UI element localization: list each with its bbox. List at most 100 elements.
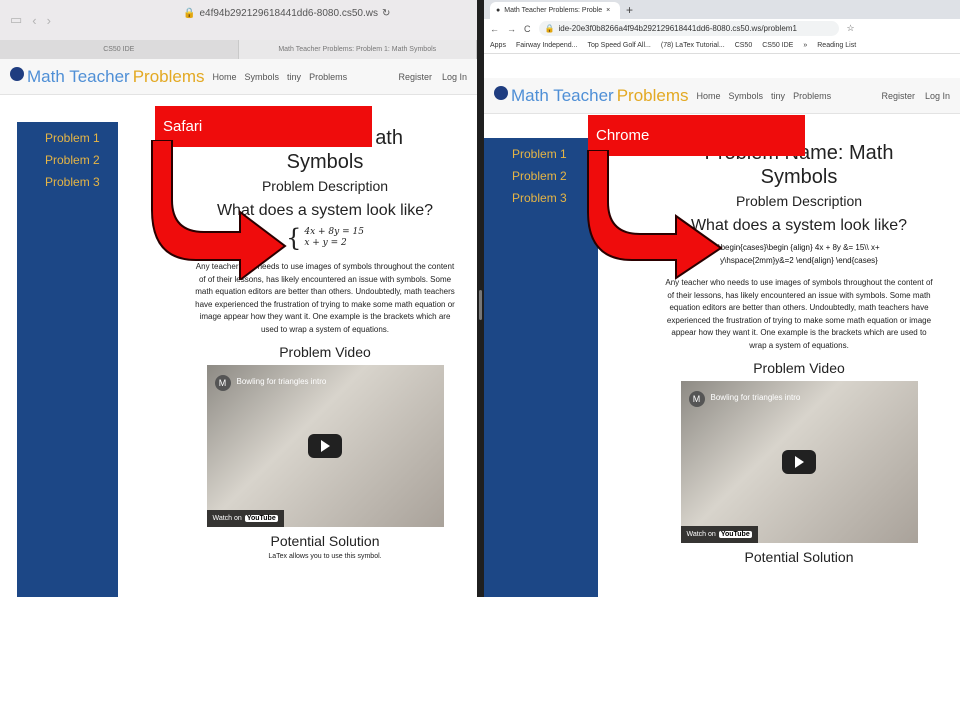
video-heading: Problem Video bbox=[279, 344, 371, 360]
reload-icon[interactable]: ↻ bbox=[382, 8, 390, 19]
solution-heading: Potential Solution bbox=[744, 549, 854, 565]
description-paragraph: Any teacher who needs to use images of s… bbox=[665, 278, 933, 350]
safari-address-bar[interactable]: 🔒 e4f94b292129618441dd6-8080.cs50.ws ↻ bbox=[183, 8, 390, 19]
logo-text-b: Problems bbox=[132, 66, 205, 86]
reading-list[interactable]: Reading List bbox=[817, 42, 856, 49]
problem-sidebar: Problem 1 Problem 2 Problem 3 bbox=[484, 138, 598, 597]
logo-text-b: Problems bbox=[616, 85, 689, 105]
lock-icon: 🔒 bbox=[544, 24, 555, 33]
new-tab-icon[interactable]: + bbox=[626, 3, 633, 17]
play-icon[interactable] bbox=[308, 434, 342, 458]
site-logo[interactable]: Math Teacher Problems bbox=[494, 85, 689, 106]
watch-on-youtube[interactable]: Watch on YouTube bbox=[206, 510, 284, 527]
youtube-logo: YouTube bbox=[718, 531, 752, 538]
sidebar-item-problem-1[interactable]: Problem 1 bbox=[484, 144, 598, 166]
nav-login[interactable]: Log In bbox=[442, 72, 467, 82]
favicon-icon: ● bbox=[496, 7, 501, 14]
chrome-tab[interactable]: ● Math Teacher Problems: Proble × bbox=[490, 2, 620, 19]
chrome-window: ● Math Teacher Problems: Proble × + ← → … bbox=[484, 0, 960, 597]
logo-text-a: Math Teacher bbox=[27, 66, 130, 86]
play-icon[interactable] bbox=[782, 450, 816, 474]
bookmark-golf[interactable]: Top Speed Golf All... bbox=[587, 42, 650, 49]
back-icon[interactable]: ‹ bbox=[32, 13, 36, 28]
site-navbar: Math Teacher Problems Home Symbols tiny … bbox=[0, 59, 477, 95]
rendered-equation-system: { 4x + 8y = 15 x + y = 2 bbox=[286, 226, 364, 250]
bookmark-latex[interactable]: (78) LaTex Tutorial... bbox=[661, 42, 725, 49]
bookmarks-overflow[interactable]: » bbox=[803, 42, 807, 49]
channel-avatar: M bbox=[688, 391, 705, 407]
tab-cs50-ide[interactable]: CS50 IDE bbox=[0, 40, 239, 59]
nav-problems[interactable]: Problems bbox=[793, 91, 831, 101]
bookmark-cs50[interactable]: CS50 bbox=[735, 42, 753, 49]
safari-tab-bar: CS50 IDE Math Teacher Problems: Problem … bbox=[0, 40, 477, 59]
bookmark-apps[interactable]: Apps bbox=[490, 42, 506, 49]
site-navbar: Math Teacher Problems Home Symbols tiny … bbox=[484, 78, 960, 114]
youtube-embed[interactable]: M Bowling for triangles intro Watch on Y… bbox=[206, 365, 444, 527]
problem-content: Problem Name: Math Symbols Problem Descr… bbox=[664, 141, 934, 565]
nav-home[interactable]: Home bbox=[697, 91, 721, 101]
safari-toolbar: ▭ ‹ › bbox=[0, 0, 477, 40]
left-brace: { bbox=[286, 224, 302, 252]
sidebar-item-problem-3[interactable]: Problem 3 bbox=[17, 172, 118, 194]
page-title-line2: Symbols bbox=[286, 151, 364, 173]
star-icon[interactable]: ☆ bbox=[847, 23, 855, 34]
solution-text: LaTex allows you to use this symbol. bbox=[268, 553, 382, 560]
logo-icon bbox=[494, 85, 508, 100]
reload-icon[interactable]: C bbox=[524, 24, 531, 34]
page-title-line2: Symbols bbox=[760, 166, 838, 188]
question-heading: What does a system look like? bbox=[690, 217, 908, 234]
nav-home[interactable]: Home bbox=[213, 72, 237, 82]
watch-on-youtube[interactable]: Watch on YouTube bbox=[680, 526, 758, 543]
nav-tiny[interactable]: tiny bbox=[771, 91, 785, 101]
video-title[interactable]: Bowling for triangles intro bbox=[237, 377, 327, 386]
equation-1: 4x + 8y = 15 bbox=[304, 227, 364, 237]
channel-avatar: M bbox=[214, 375, 231, 391]
nav-register[interactable]: Register bbox=[881, 91, 915, 101]
safari-window: ▭ ‹ › 🔒 e4f94b292129618441dd6-8080.cs50.… bbox=[0, 0, 477, 597]
youtube-embed[interactable]: M Bowling for triangles intro Watch on Y… bbox=[680, 381, 918, 543]
solution-heading: Potential Solution bbox=[270, 533, 380, 549]
chrome-tab-strip: ● Math Teacher Problems: Proble × + bbox=[484, 0, 960, 19]
video-title[interactable]: Bowling for triangles intro bbox=[711, 393, 801, 402]
description-heading: Problem Description bbox=[735, 193, 863, 209]
divider-grip[interactable] bbox=[479, 290, 482, 320]
tab-label: Math Teacher Problems: Problem 1: Math S… bbox=[278, 46, 437, 53]
nav-problems[interactable]: Problems bbox=[309, 72, 347, 82]
question-heading: What does a system look like? bbox=[216, 202, 434, 219]
description-paragraph: Any teacher who needs to use images of s… bbox=[195, 262, 455, 334]
safari-url-text: e4f94b292129618441dd6-8080.cs50.ws bbox=[199, 8, 378, 19]
nav-symbols[interactable]: Symbols bbox=[245, 72, 280, 82]
description-heading: Problem Description bbox=[261, 178, 389, 194]
chrome-url-text: ide-20e3f0b8266a4f94b292129618441dd6-808… bbox=[558, 24, 797, 33]
forward-icon[interactable]: › bbox=[47, 13, 51, 28]
sidebar-item-problem-2[interactable]: Problem 2 bbox=[17, 150, 118, 172]
sidebar-toggle-icon[interactable]: ▭ bbox=[10, 12, 22, 28]
chrome-tab-title: Math Teacher Problems: Proble bbox=[504, 7, 603, 14]
split-divider[interactable] bbox=[477, 0, 484, 597]
bookmark-fairway[interactable]: Fairway Independ... bbox=[516, 42, 577, 49]
equation-2: x + y = 2 bbox=[304, 238, 347, 248]
close-icon[interactable]: × bbox=[606, 7, 610, 14]
latex-line-2: y\hspace{2mm}y&=2 \end{align} \end{cases… bbox=[720, 256, 878, 265]
chrome-callout-label: Chrome bbox=[588, 115, 805, 156]
watch-on-label: Watch on bbox=[686, 531, 716, 538]
sidebar-item-problem-2[interactable]: Problem 2 bbox=[484, 166, 598, 188]
sidebar-item-problem-1[interactable]: Problem 1 bbox=[17, 128, 118, 150]
forward-icon[interactable]: → bbox=[507, 24, 516, 34]
chrome-address-bar[interactable]: 🔒 ide-20e3f0b8266a4f94b292129618441dd6-8… bbox=[538, 21, 839, 36]
nav-tiny[interactable]: tiny bbox=[287, 72, 301, 82]
youtube-logo: YouTube bbox=[244, 515, 278, 522]
video-heading: Problem Video bbox=[753, 360, 845, 376]
nav-register[interactable]: Register bbox=[398, 72, 432, 82]
bookmark-cs50-ide[interactable]: CS50 IDE bbox=[762, 42, 793, 49]
nav-symbols[interactable]: Symbols bbox=[729, 91, 764, 101]
problem-content: ath Symbols Problem Description What doe… bbox=[195, 126, 455, 560]
tab-label: CS50 IDE bbox=[103, 46, 135, 53]
nav-login[interactable]: Log In bbox=[925, 91, 950, 101]
back-icon[interactable]: ← bbox=[490, 24, 499, 34]
site-logo[interactable]: Math Teacher Problems bbox=[10, 66, 205, 87]
tab-math-teacher[interactable]: Math Teacher Problems: Problem 1: Math S… bbox=[238, 40, 477, 59]
sidebar-item-problem-3[interactable]: Problem 3 bbox=[484, 188, 598, 210]
watch-on-label: Watch on bbox=[212, 515, 242, 522]
problem-sidebar: Problem 1 Problem 2 Problem 3 bbox=[17, 122, 118, 597]
